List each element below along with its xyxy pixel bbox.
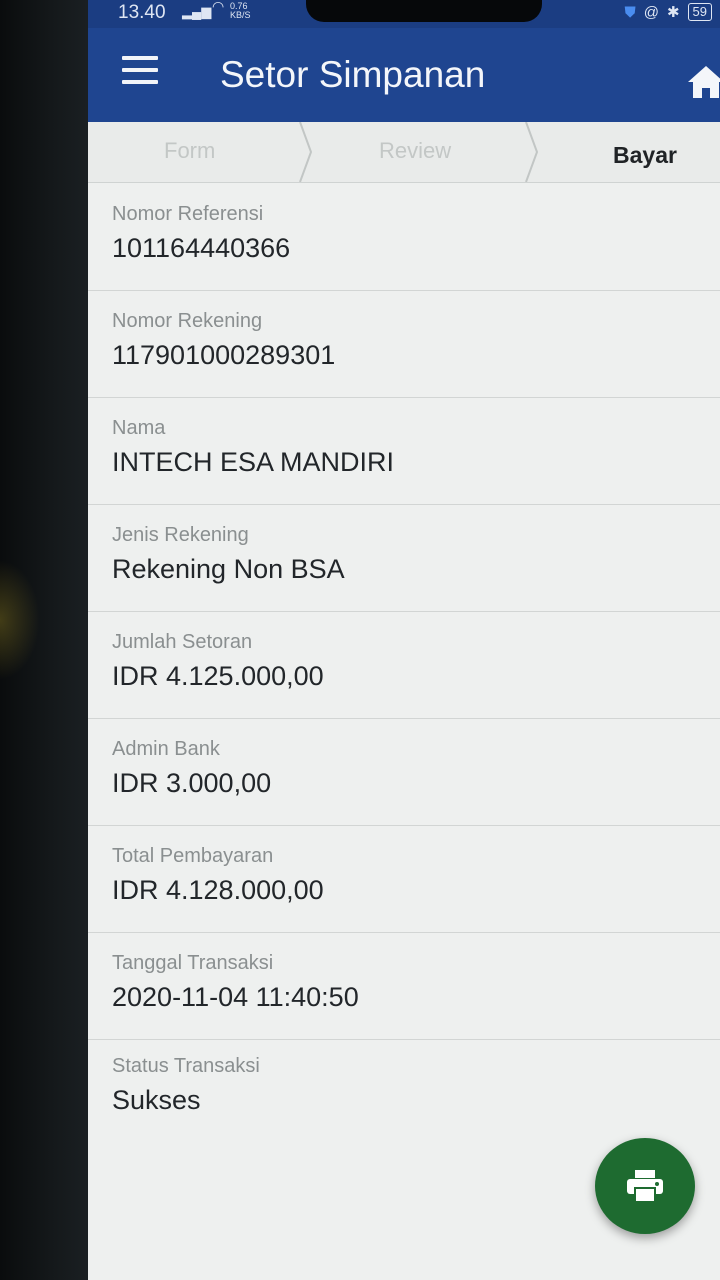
status-time: 13.40 [118,2,166,23]
step-separator-icon [299,122,313,182]
field-value: Sukses [112,1085,201,1115]
step-review: Review [379,138,452,163]
network-speed-text: 0.76 KB/S [230,1,251,20]
field-value: IDR 4.128.000,00 [112,875,324,905]
field-label: Status Transaksi [112,1055,260,1077]
page-title: Setor Simpanan [220,54,486,95]
field-value: IDR 4.125.000,00 [112,661,324,691]
camera-notch [306,0,542,22]
step-form: Form [164,138,216,163]
field-value: Rekening Non BSA [112,554,345,584]
field-label: Nomor Rekening [112,310,263,332]
field-status-transaksi: Status Transaksi Sukses [88,1035,720,1142]
phone-screen: 13.40 ▂▄▆ ◠ 0.76 KB/S ⛊ @ ✱ 59 Setor Sim… [88,0,720,1280]
wifi-icon: ◠ [212,0,225,14]
signal-icon: ▂▄▆ [182,4,212,19]
hamburger-menu-icon[interactable] [122,56,158,86]
field-jumlah-setoran: Jumlah Setoran IDR 4.125.000,00 [88,611,720,719]
bezel-reflection [0,560,40,680]
step-separator-icon [525,122,539,182]
field-admin-bank: Admin Bank IDR 3.000,00 [88,718,720,826]
step-bayar: Bayar [613,142,677,168]
field-nomor-rekening: Nomor Rekening 117901000289301 [88,290,720,398]
field-label: Total Pembayaran [112,845,274,867]
at-icon: @ [643,3,659,21]
field-jenis-rekening: Jenis Rekening Rekening Non BSA [88,504,720,612]
field-value: 2020-11-04 11:40:50 [112,982,359,1012]
step-indicator: Form Review Bayar [88,122,720,183]
battery-icon: 59 [687,3,712,21]
field-label: Admin Bank [112,738,220,760]
field-value: INTECH ESA MANDIRI [112,447,395,477]
field-value: 117901000289301 [112,340,336,370]
status-icons: ⛊ @ ✱ 59 [624,3,712,21]
field-nomor-referensi: Nomor Referensi 101164440366 [88,183,720,291]
field-label: Jenis Rekening [112,524,249,546]
field-label: Nama [112,417,166,439]
print-button[interactable] [595,1138,695,1234]
field-value: IDR 3.000,00 [112,768,272,798]
field-label: Nomor Referensi [112,203,264,225]
home-icon[interactable] [686,64,720,100]
shield-icon: ⛊ [624,3,636,21]
field-total-pembayaran: Total Pembayaran IDR 4.128.000,00 [88,825,720,933]
field-nama: Nama INTECH ESA MANDIRI [88,397,720,505]
field-label: Jumlah Setoran [112,631,253,653]
app-bar: Setor Simpanan [88,28,720,122]
field-label: Tanggal Transaksi [112,952,274,974]
bluetooth-icon: ✱ [666,4,680,21]
field-tanggal-transaksi: Tanggal Transaksi 2020-11-04 11:40:50 [88,932,720,1040]
print-icon [627,1170,663,1203]
field-value: 101164440366 [112,233,291,263]
status-bar: 13.40 ▂▄▆ ◠ 0.76 KB/S ⛊ @ ✱ 59 [88,0,720,28]
